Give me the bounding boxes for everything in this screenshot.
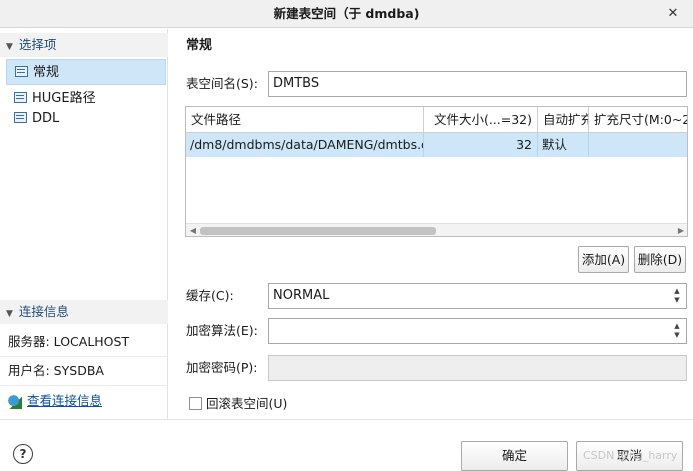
sidebar-item-ddl[interactable]: DDL [6, 106, 166, 132]
sidebar-item-label: HUGE路径 [32, 91, 96, 106]
column-header-extend-size[interactable]: 扩充尺寸(M:0~2 [589, 107, 687, 133]
close-icon[interactable]: ✕ [663, 4, 683, 24]
table-cell-path[interactable]: /dm8/dmdbms/data/DAMENG/dmtbs.dbf [186, 133, 424, 157]
page-icon [14, 92, 27, 103]
options-section-header[interactable]: ▼ 选择项 [0, 33, 168, 57]
server-info: 服务器: LOCALHOST [8, 334, 130, 349]
cache-select[interactable]: NORMAL ▲ ▼ [268, 283, 687, 309]
spinner-arrows-icon: ▲ ▼ [674, 322, 680, 339]
collapse-triangle-icon: ▼ [6, 42, 13, 52]
help-icon[interactable]: ? [13, 444, 33, 464]
scroll-left-icon[interactable]: ◀ [187, 225, 199, 236]
table-cell-size[interactable]: 32 [424, 133, 538, 157]
rollback-label[interactable]: 回滚表空间(U) [206, 393, 287, 415]
scroll-right-icon[interactable]: ▶ [675, 225, 687, 236]
sidebar-item-general[interactable]: 常规 [6, 59, 166, 85]
encrypt-password-label: 加密密码(P): [186, 360, 258, 375]
tablespace-name-label: 表空间名(S): [186, 76, 258, 91]
sidebar-item-label: DDL [32, 111, 60, 126]
encrypt-algorithm-select[interactable]: ▲ ▼ [268, 318, 687, 344]
spinner-arrows-icon: ▲ ▼ [674, 287, 680, 304]
ok-button[interactable]: 确定 [461, 441, 568, 471]
collapse-triangle-icon: ▼ [6, 309, 13, 319]
section-title: 常规 [186, 38, 213, 53]
column-header-auto-extend[interactable]: 自动扩充 [538, 107, 589, 133]
watermark: CSDN @ng_harry [583, 449, 678, 462]
sidebar-item-label: 常规 [33, 65, 60, 80]
connection-section-header[interactable]: ▼ 连接信息 [0, 300, 168, 324]
view-connection-link[interactable]: 查看连接信息 [8, 390, 102, 412]
page-icon [14, 112, 27, 123]
connection-icon [8, 394, 22, 409]
horizontal-scrollbar[interactable]: ◀ ▶ [186, 223, 687, 236]
column-header-file-path[interactable]: 文件路径 [186, 107, 424, 133]
connection-header-label: 连接信息 [18, 304, 69, 319]
view-connection-label[interactable]: 查看连接信息 [27, 393, 102, 408]
window-title: 新建表空间（于 dmdba) [273, 6, 420, 21]
delete-button[interactable]: 删除(D) [634, 246, 686, 273]
divider [0, 419, 693, 420]
add-button[interactable]: 添加(A) [578, 246, 629, 273]
scrollbar-thumb[interactable] [200, 227, 436, 235]
encrypt-algorithm-label: 加密算法(E): [186, 323, 258, 338]
encrypt-password-input[interactable] [268, 355, 687, 381]
divider [0, 385, 168, 386]
table-cell-auto-extend[interactable]: 默认 [538, 133, 589, 157]
options-header-label: 选择项 [18, 37, 57, 52]
tablespace-name-input[interactable]: DMTBS [268, 71, 687, 97]
datafile-table: 文件路径 文件大小(...=32) 自动扩充 扩充尺寸(M:0~2 /dm8/d… [185, 106, 688, 237]
divider [0, 356, 168, 357]
cache-select-value: NORMAL [273, 288, 330, 303]
cache-label: 缓存(C): [186, 288, 234, 303]
table-cell-extend-size[interactable] [589, 133, 687, 157]
rollback-checkbox[interactable] [189, 397, 202, 410]
user-info: 用户名: SYSDBA [8, 363, 104, 378]
page-icon [15, 66, 28, 77]
column-header-file-size[interactable]: 文件大小(...=32) [424, 107, 538, 133]
